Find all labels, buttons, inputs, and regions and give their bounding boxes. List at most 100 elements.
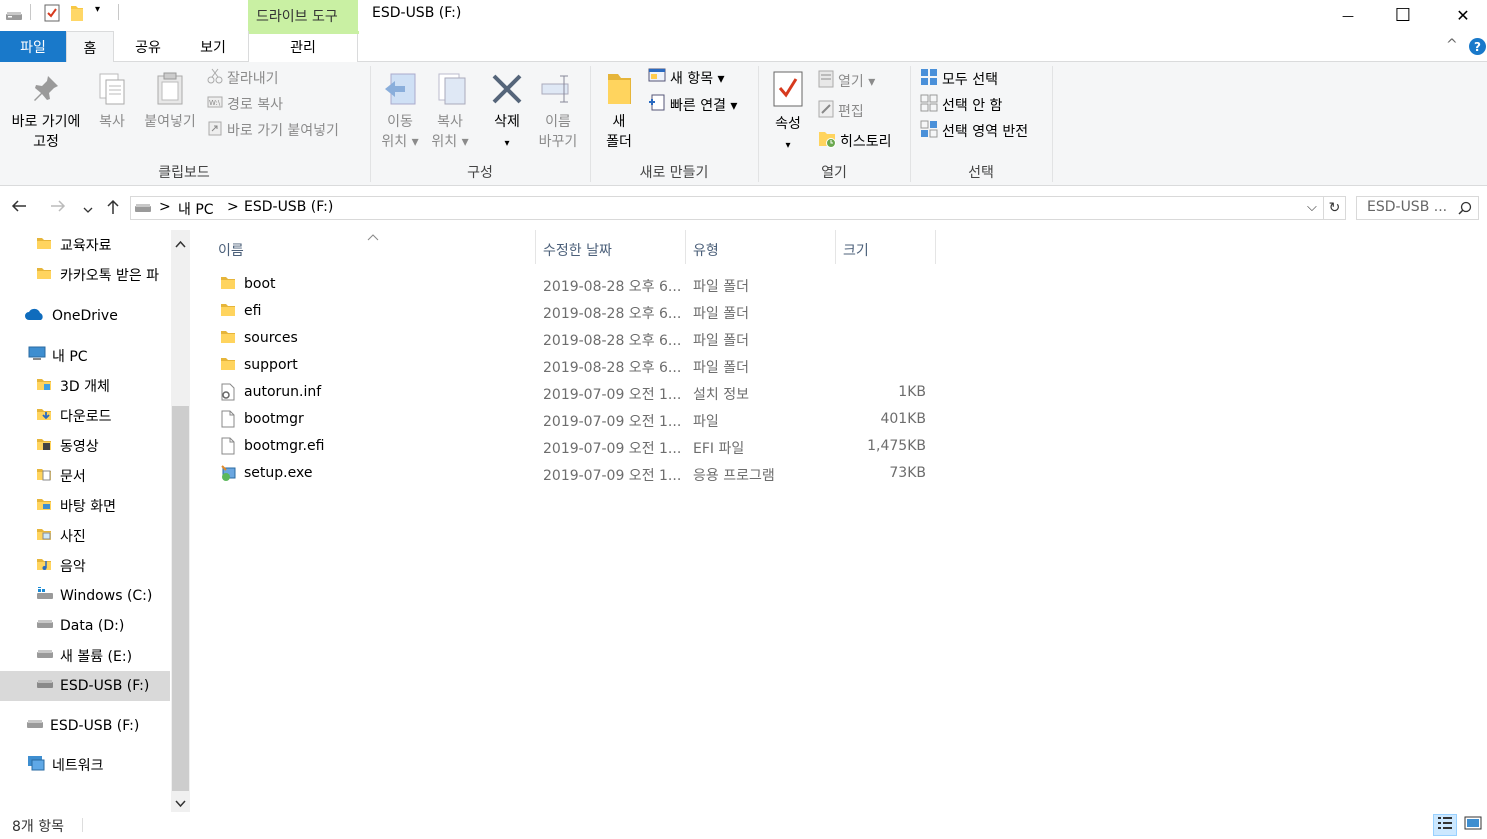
- pin-quick-access-button[interactable]: 바로 가기에 고정: [4, 72, 88, 152]
- copy-path-button[interactable]: W:\ 경로 복사: [207, 94, 283, 114]
- scroll-up-icon[interactable]: [175, 236, 186, 252]
- delete-dropdown-icon[interactable]: ▾: [504, 138, 509, 149]
- refresh-button[interactable]: ↻: [1324, 196, 1346, 220]
- nav-item-3d-objects[interactable]: 3D 개체: [0, 371, 170, 401]
- properties-dropdown-icon[interactable]: ▾: [785, 140, 790, 151]
- column-header-date[interactable]: 수정한 날짜: [543, 236, 612, 264]
- breadcrumb-separator[interactable]: >: [159, 199, 171, 215]
- nav-item-label: 네트워크: [52, 758, 104, 774]
- column-divider[interactable]: [935, 230, 936, 264]
- windows-drive-icon: [36, 586, 54, 605]
- open-button[interactable]: 열기 ▾: [818, 70, 875, 92]
- new-folder-qa-icon[interactable]: [70, 4, 84, 22]
- tab-share[interactable]: 공유: [124, 31, 172, 62]
- file-row-sources[interactable]: sources 2019-08-28 오후 6... 파일 폴더: [214, 326, 934, 353]
- nav-item-label: OneDrive: [52, 308, 118, 324]
- file-row-efi[interactable]: efi 2019-08-28 오후 6... 파일 폴더: [214, 299, 934, 326]
- scroll-down-icon[interactable]: [175, 796, 186, 812]
- paste-shortcut-button[interactable]: 바로 가기 붙여넣기: [207, 120, 339, 140]
- address-bar[interactable]: > 내 PC > ESD-USB (F:) ⌵: [130, 196, 1324, 220]
- select-all-button[interactable]: 모두 선택: [920, 68, 998, 90]
- nav-item-windows-c[interactable]: Windows (C:): [0, 581, 170, 611]
- up-arrow-icon[interactable]: [105, 198, 121, 220]
- nav-item-education[interactable]: 교육자료: [0, 230, 170, 260]
- rename-button[interactable]: 이름 바꾸기: [534, 72, 582, 152]
- close-button[interactable]: ✕: [1440, 0, 1486, 31]
- file-row-bootmgr[interactable]: bootmgr 2019-07-09 오전 1... 파일 401KB: [214, 407, 934, 434]
- maximize-button[interactable]: ☐: [1380, 0, 1426, 31]
- nav-item-videos[interactable]: 동영상: [0, 431, 170, 461]
- breadcrumb-separator[interactable]: >: [227, 199, 239, 215]
- cut-button[interactable]: 잘라내기: [207, 68, 279, 88]
- column-divider[interactable]: [685, 230, 686, 264]
- new-item-button[interactable]: 새 항목 ▾: [648, 68, 725, 88]
- nav-item-this-pc[interactable]: 내 PC: [0, 341, 170, 371]
- new-folder-button[interactable]: 새 폴더: [598, 72, 640, 152]
- nav-item-esd-usb-f-selected[interactable]: ESD-USB (F:): [0, 671, 170, 701]
- file-name: efi: [244, 303, 262, 319]
- nav-item-desktop[interactable]: 바탕 화면: [0, 491, 170, 521]
- file-row-boot[interactable]: boot 2019-08-28 오후 6... 파일 폴더: [214, 272, 934, 299]
- copy-to-button[interactable]: 복사 위치 ▾: [428, 72, 472, 152]
- address-dropdown-icon[interactable]: ⌵: [1307, 200, 1317, 215]
- column-divider[interactable]: [835, 230, 836, 264]
- nav-item-kakaotalk[interactable]: 카카오톡 받은 파: [0, 260, 170, 290]
- nav-item-esd-usb-f[interactable]: ESD-USB (F:): [0, 711, 170, 741]
- search-box[interactable]: ESD-USB ...: [1356, 196, 1479, 220]
- nav-scrollbar[interactable]: [171, 230, 190, 812]
- invert-selection-button[interactable]: 선택 영역 반전: [920, 120, 1028, 142]
- file-row-setup-exe[interactable]: setup.exe 2019-07-09 오전 1... 응용 프로그램 73K…: [214, 461, 934, 488]
- nav-item-label: 내 PC: [52, 349, 88, 365]
- settings-file-icon: [220, 383, 236, 405]
- nav-item-pictures[interactable]: 사진: [0, 521, 170, 551]
- column-header-type[interactable]: 유형: [693, 236, 719, 264]
- edit-button[interactable]: 편집: [818, 100, 864, 122]
- nav-item-network[interactable]: 네트워크: [0, 750, 170, 780]
- tab-view[interactable]: 보기: [186, 31, 240, 62]
- breadcrumb-this-pc[interactable]: 내 PC: [178, 199, 214, 219]
- file-row-bootmgr-efi[interactable]: bootmgr.efi 2019-07-09 오전 1... EFI 파일 1,…: [214, 434, 934, 461]
- invert-selection-label: 선택 영역 반전: [942, 124, 1029, 140]
- nav-item-new-volume-e[interactable]: 새 볼륨 (E:): [0, 641, 170, 671]
- file-size: 401KB: [880, 411, 926, 427]
- search-input[interactable]: ESD-USB ...: [1367, 199, 1447, 215]
- file-row-support[interactable]: support 2019-08-28 오후 6... 파일 폴더: [214, 353, 934, 380]
- tab-file[interactable]: 파일: [0, 31, 66, 62]
- select-none-button[interactable]: 선택 안 함: [920, 94, 1002, 116]
- select-all-label: 모두 선택: [942, 72, 998, 88]
- properties-button[interactable]: 속성 ▾: [766, 70, 810, 156]
- help-icon[interactable]: ?: [1469, 38, 1486, 55]
- column-header-name[interactable]: 이름: [218, 236, 244, 264]
- collapse-ribbon-icon[interactable]: ^: [1446, 37, 1458, 53]
- large-icons-view-button[interactable]: [1461, 814, 1485, 836]
- file-type: 파일 폴더: [693, 279, 749, 295]
- nav-item-onedrive[interactable]: OneDrive: [0, 301, 170, 331]
- nav-item-label: ESD-USB (F:): [60, 678, 150, 694]
- column-divider[interactable]: [535, 230, 536, 264]
- properties-qa-icon[interactable]: [44, 4, 60, 22]
- qa-customize-icon[interactable]: ▾: [95, 4, 100, 22]
- forward-arrow-icon[interactable]: [49, 198, 67, 218]
- nav-item-data-d[interactable]: Data (D:): [0, 611, 170, 641]
- move-to-button[interactable]: 이동 위치 ▾: [378, 72, 422, 152]
- nav-item-documents[interactable]: 문서: [0, 461, 170, 491]
- details-view-button[interactable]: [1433, 814, 1457, 836]
- network-icon: [26, 754, 46, 776]
- nav-item-downloads[interactable]: 다운로드: [0, 401, 170, 431]
- tab-manage[interactable]: 관리: [248, 31, 359, 62]
- easy-access-button[interactable]: 빠른 연결 ▾: [648, 94, 737, 116]
- nav-scroll-thumb[interactable]: [172, 406, 189, 791]
- copy-button[interactable]: 복사: [92, 72, 132, 132]
- history-button[interactable]: 히스토리: [818, 130, 892, 152]
- nav-item-music[interactable]: 음악: [0, 551, 170, 581]
- file-row-autorun-inf[interactable]: autorun.inf 2019-07-09 오전 1... 설치 정보 1KB: [214, 380, 934, 407]
- tab-home[interactable]: 홈: [66, 31, 114, 63]
- column-header-size[interactable]: 크기: [843, 236, 869, 264]
- delete-button[interactable]: 삭제 ▾: [486, 72, 528, 154]
- minimize-button[interactable]: —: [1325, 0, 1371, 31]
- paste-button[interactable]: 붙여넣기: [138, 72, 202, 132]
- back-arrow-icon[interactable]: [10, 198, 28, 218]
- breadcrumb-current-drive[interactable]: ESD-USB (F:): [244, 199, 333, 215]
- move-to-line2: 위치 ▾: [381, 134, 419, 150]
- recent-locations-chevron-icon[interactable]: [82, 200, 94, 219]
